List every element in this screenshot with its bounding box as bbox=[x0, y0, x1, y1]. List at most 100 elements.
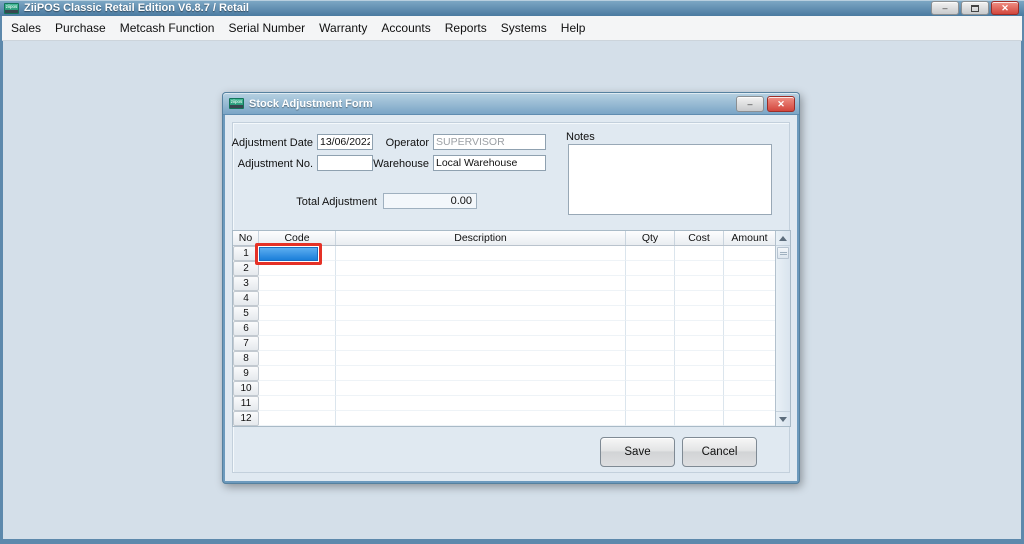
column-header-qty[interactable]: Qty bbox=[626, 231, 675, 245]
cancel-button[interactable]: Cancel bbox=[682, 437, 757, 467]
cell-amount[interactable] bbox=[724, 276, 775, 291]
cell-qty[interactable] bbox=[626, 381, 675, 396]
cell-cost[interactable] bbox=[675, 336, 724, 351]
row-number[interactable]: 5 bbox=[233, 306, 259, 321]
table-row[interactable]: 7 bbox=[233, 336, 775, 351]
cell-code[interactable] bbox=[259, 306, 336, 321]
cell-cost[interactable] bbox=[675, 381, 724, 396]
table-row[interactable]: 6 bbox=[233, 321, 775, 336]
cell-qty[interactable] bbox=[626, 261, 675, 276]
cell-description[interactable] bbox=[336, 336, 626, 351]
selected-code-cell[interactable] bbox=[259, 247, 318, 261]
cell-qty[interactable] bbox=[626, 306, 675, 321]
cell-cost[interactable] bbox=[675, 261, 724, 276]
cell-description[interactable] bbox=[336, 396, 626, 411]
cell-amount[interactable] bbox=[724, 336, 775, 351]
row-number[interactable]: 12 bbox=[233, 411, 259, 426]
menu-item-systems[interactable]: Systems bbox=[494, 16, 554, 40]
cell-code[interactable] bbox=[259, 411, 336, 426]
scrollbar-thumb[interactable] bbox=[777, 247, 789, 259]
column-header-amount[interactable]: Amount bbox=[724, 231, 775, 245]
table-row[interactable]: 3 bbox=[233, 276, 775, 291]
maximize-button[interactable] bbox=[961, 1, 989, 15]
dialog-titlebar[interactable]: ziipos Stock Adjustment Form – ✕ bbox=[223, 93, 799, 115]
grid-scrollbar[interactable] bbox=[775, 231, 790, 426]
operator-input[interactable] bbox=[433, 134, 546, 150]
table-row[interactable]: 9 bbox=[233, 366, 775, 381]
dialog-minimize-button[interactable]: – bbox=[736, 96, 764, 112]
dialog-close-button[interactable]: ✕ bbox=[767, 96, 795, 112]
row-number[interactable]: 7 bbox=[233, 336, 259, 351]
cell-qty[interactable] bbox=[626, 336, 675, 351]
table-row[interactable]: 8 bbox=[233, 351, 775, 366]
cell-cost[interactable] bbox=[675, 276, 724, 291]
cell-cost[interactable] bbox=[675, 411, 724, 426]
cell-description[interactable] bbox=[336, 276, 626, 291]
menu-item-reports[interactable]: Reports bbox=[438, 16, 494, 40]
row-number[interactable]: 10 bbox=[233, 381, 259, 396]
cell-cost[interactable] bbox=[675, 246, 724, 261]
cell-amount[interactable] bbox=[724, 246, 775, 261]
menu-item-accounts[interactable]: Accounts bbox=[374, 16, 437, 40]
cell-description[interactable] bbox=[336, 381, 626, 396]
table-row[interactable]: 5 bbox=[233, 306, 775, 321]
cell-amount[interactable] bbox=[724, 366, 775, 381]
cell-amount[interactable] bbox=[724, 291, 775, 306]
cell-description[interactable] bbox=[336, 291, 626, 306]
cell-qty[interactable] bbox=[626, 411, 675, 426]
close-button[interactable]: ✕ bbox=[991, 1, 1019, 15]
cell-cost[interactable] bbox=[675, 291, 724, 306]
cell-code[interactable] bbox=[259, 276, 336, 291]
cell-cost[interactable] bbox=[675, 306, 724, 321]
cell-description[interactable] bbox=[336, 411, 626, 426]
cell-amount[interactable] bbox=[724, 396, 775, 411]
cell-cost[interactable] bbox=[675, 351, 724, 366]
row-number[interactable]: 8 bbox=[233, 351, 259, 366]
menu-item-sales[interactable]: Sales bbox=[4, 16, 48, 40]
menu-item-serial-number[interactable]: Serial Number bbox=[221, 16, 312, 40]
warehouse-input[interactable] bbox=[433, 155, 546, 171]
cell-amount[interactable] bbox=[724, 381, 775, 396]
cell-qty[interactable] bbox=[626, 396, 675, 411]
cell-cost[interactable] bbox=[675, 396, 724, 411]
table-row[interactable]: 10 bbox=[233, 381, 775, 396]
row-number[interactable]: 3 bbox=[233, 276, 259, 291]
cell-description[interactable] bbox=[336, 351, 626, 366]
table-row[interactable]: 4 bbox=[233, 291, 775, 306]
cell-description[interactable] bbox=[336, 321, 626, 336]
cell-description[interactable] bbox=[336, 246, 626, 261]
cell-code[interactable] bbox=[259, 396, 336, 411]
menu-item-help[interactable]: Help bbox=[554, 16, 593, 40]
cell-description[interactable] bbox=[336, 306, 626, 321]
cell-cost[interactable] bbox=[675, 321, 724, 336]
cell-qty[interactable] bbox=[626, 246, 675, 261]
column-header-cost[interactable]: Cost bbox=[675, 231, 724, 245]
cell-code[interactable] bbox=[259, 381, 336, 396]
cell-qty[interactable] bbox=[626, 351, 675, 366]
row-number[interactable]: 6 bbox=[233, 321, 259, 336]
row-number[interactable]: 11 bbox=[233, 396, 259, 411]
menu-item-purchase[interactable]: Purchase bbox=[48, 16, 113, 40]
minimize-button[interactable]: – bbox=[931, 1, 959, 15]
cell-description[interactable] bbox=[336, 366, 626, 381]
cell-code[interactable] bbox=[259, 321, 336, 336]
cell-code[interactable] bbox=[259, 351, 336, 366]
cell-qty[interactable] bbox=[626, 276, 675, 291]
row-number[interactable]: 9 bbox=[233, 366, 259, 381]
cell-code[interactable] bbox=[259, 336, 336, 351]
window-titlebar[interactable]: ziipos ZiiPOS Classic Retail Edition V6.… bbox=[0, 0, 1024, 16]
cell-amount[interactable] bbox=[724, 351, 775, 366]
cell-amount[interactable] bbox=[724, 261, 775, 276]
cell-amount[interactable] bbox=[724, 321, 775, 336]
cell-code[interactable] bbox=[259, 366, 336, 381]
cell-qty[interactable] bbox=[626, 291, 675, 306]
column-header-description[interactable]: Description bbox=[336, 231, 626, 245]
menu-item-warranty[interactable]: Warranty bbox=[312, 16, 374, 40]
scroll-up-button[interactable] bbox=[776, 231, 790, 246]
scroll-down-button[interactable] bbox=[776, 411, 790, 426]
cell-qty[interactable] bbox=[626, 366, 675, 381]
table-row[interactable]: 12 bbox=[233, 411, 775, 426]
save-button[interactable]: Save bbox=[600, 437, 675, 467]
notes-textarea[interactable] bbox=[568, 144, 772, 215]
menu-item-metcash-function[interactable]: Metcash Function bbox=[113, 16, 222, 40]
